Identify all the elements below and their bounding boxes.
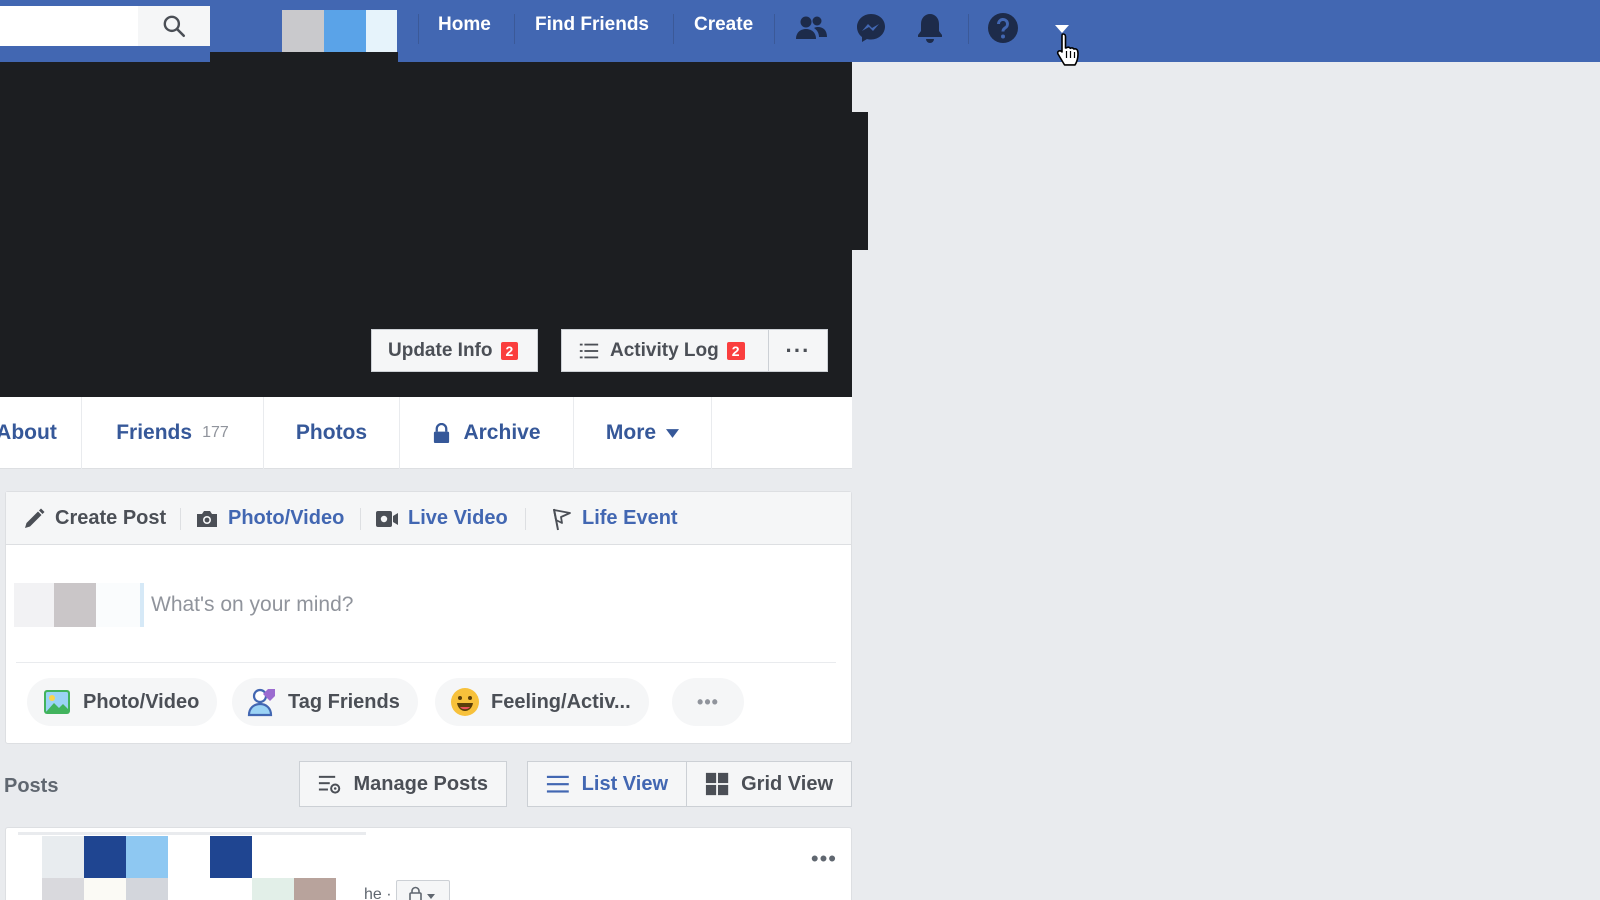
nav-divider <box>673 14 674 44</box>
camera-icon <box>197 510 217 527</box>
avatar <box>282 10 324 52</box>
tab-life-event[interactable]: Life Event <box>549 492 678 545</box>
update-info-label: Update Info <box>388 339 493 361</box>
tab-more[interactable]: More <box>574 397 712 469</box>
feeling-activity-button[interactable]: Feeling/Activ... <box>435 678 649 726</box>
update-info-badge: 2 <box>500 341 519 360</box>
manage-posts-icon <box>318 775 341 794</box>
tab-create-post[interactable]: Create Post <box>22 492 166 545</box>
tab-friends-label: Friends <box>116 421 193 444</box>
live-video-icon <box>376 510 398 527</box>
nav-home-link[interactable]: Home <box>438 14 491 36</box>
tab-photos[interactable]: Photos <box>264 397 400 469</box>
tab-photo-video-label: Photo/Video <box>228 507 345 529</box>
lock-icon <box>434 422 450 443</box>
tab-life-event-label: Life Event <box>582 507 678 529</box>
tag-friends-icon <box>247 688 275 717</box>
list-view-icon <box>546 775 569 793</box>
grid-view-button[interactable]: Grid View <box>686 761 852 807</box>
post-composer: Create Post Photo/Video Live Video Life … <box>5 491 852 744</box>
cover-more-button[interactable]: ··· <box>768 329 828 372</box>
avatar <box>324 10 366 52</box>
composer-tab-divider <box>525 508 526 530</box>
activity-log-badge: 2 <box>726 341 745 360</box>
pointer-cursor-icon <box>1056 33 1079 66</box>
tab-live-video[interactable]: Live Video <box>375 492 508 545</box>
post-author-avatar <box>42 836 372 900</box>
tag-friends-label: Tag Friends <box>288 690 400 713</box>
composer-tab-divider <box>360 508 361 530</box>
avatar <box>14 583 159 627</box>
more-dots-icon: ••• <box>697 691 719 712</box>
smiley-icon <box>451 688 479 716</box>
lock-icon <box>409 886 435 900</box>
update-info-button[interactable]: Update Info 2 <box>371 329 538 372</box>
nav-divider <box>774 14 775 44</box>
composer-input[interactable] <box>151 588 811 622</box>
friend-requests-button[interactable] <box>791 8 831 48</box>
post-header-rule <box>18 832 366 835</box>
posts-heading: Posts <box>4 775 59 797</box>
manage-posts-label: Manage Posts <box>353 772 488 795</box>
top-navigation-bar: Home Find Friends Create <box>0 0 1600 62</box>
profile-link[interactable] <box>282 10 397 52</box>
add-photo-video-label: Photo/Video <box>83 690 200 713</box>
nav-create-link[interactable]: Create <box>694 14 753 36</box>
activity-log-label: Activity Log <box>610 339 719 361</box>
add-photo-video-button[interactable]: Photo/Video <box>27 678 218 726</box>
post-subtitle-text: he · <box>364 886 392 900</box>
composer-more-button[interactable]: ••• <box>672 678 744 726</box>
feeling-activity-label: Feeling/Activ... <box>491 690 631 713</box>
tab-photos-label: Photos <box>295 421 368 444</box>
activity-log-button[interactable]: Activity Log 2 <box>561 329 769 372</box>
nav-divider <box>418 14 419 44</box>
search-button[interactable] <box>138 6 210 46</box>
grid-view-label: Grid View <box>741 772 833 795</box>
post-options-button[interactable]: ••• <box>811 846 837 872</box>
list-icon <box>579 343 599 358</box>
tab-more-label: More <box>605 421 657 444</box>
tab-archive-label: Archive <box>463 421 541 444</box>
grid-view-icon <box>705 772 729 796</box>
tab-archive[interactable]: Archive <box>400 397 574 469</box>
more-dots-icon: ··· <box>785 337 811 363</box>
tab-about-label: About <box>0 421 57 444</box>
tag-friends-button[interactable]: Tag Friends <box>232 678 418 726</box>
pencil-icon <box>25 508 45 528</box>
help-icon <box>988 13 1018 43</box>
friends-count: 177 <box>202 424 229 441</box>
notifications-icon <box>918 14 942 43</box>
photo-icon <box>44 690 70 714</box>
manage-posts-button[interactable]: Manage Posts <box>299 761 507 807</box>
tab-about[interactable]: About <box>0 397 82 469</box>
nav-divider <box>968 14 969 44</box>
list-view-button[interactable]: List View <box>527 761 687 807</box>
profile-link-underline <box>210 52 398 62</box>
nav-find-friends-link[interactable]: Find Friends <box>535 14 649 36</box>
tab-photo-video[interactable]: Photo/Video <box>195 492 344 545</box>
tab-friends[interactable]: Friends 177 <box>82 397 264 469</box>
timeline-tabs: About Friends 177 Photos Archive More <box>0 397 852 469</box>
tab-create-post-label: Create Post <box>55 507 167 529</box>
composer-divider <box>16 662 836 663</box>
nav-divider <box>514 14 515 44</box>
list-view-label: List View <box>581 772 668 795</box>
composer-tabs: Create Post Photo/Video Live Video Life … <box>6 492 851 545</box>
composer-tab-divider <box>180 508 181 530</box>
avatar <box>366 10 397 52</box>
flag-icon <box>553 508 571 530</box>
tab-live-video-label: Live Video <box>408 507 508 529</box>
friends-icon <box>796 16 827 39</box>
help-button[interactable] <box>983 8 1023 48</box>
notifications-button[interactable] <box>910 8 950 48</box>
messenger-icon <box>857 14 885 42</box>
post-card: he · ••• <box>5 827 852 900</box>
caret-down-icon <box>666 428 680 438</box>
privacy-selector[interactable] <box>396 880 450 900</box>
cover-edge <box>852 112 868 250</box>
search-icon <box>163 15 186 38</box>
messenger-button[interactable] <box>851 8 891 48</box>
